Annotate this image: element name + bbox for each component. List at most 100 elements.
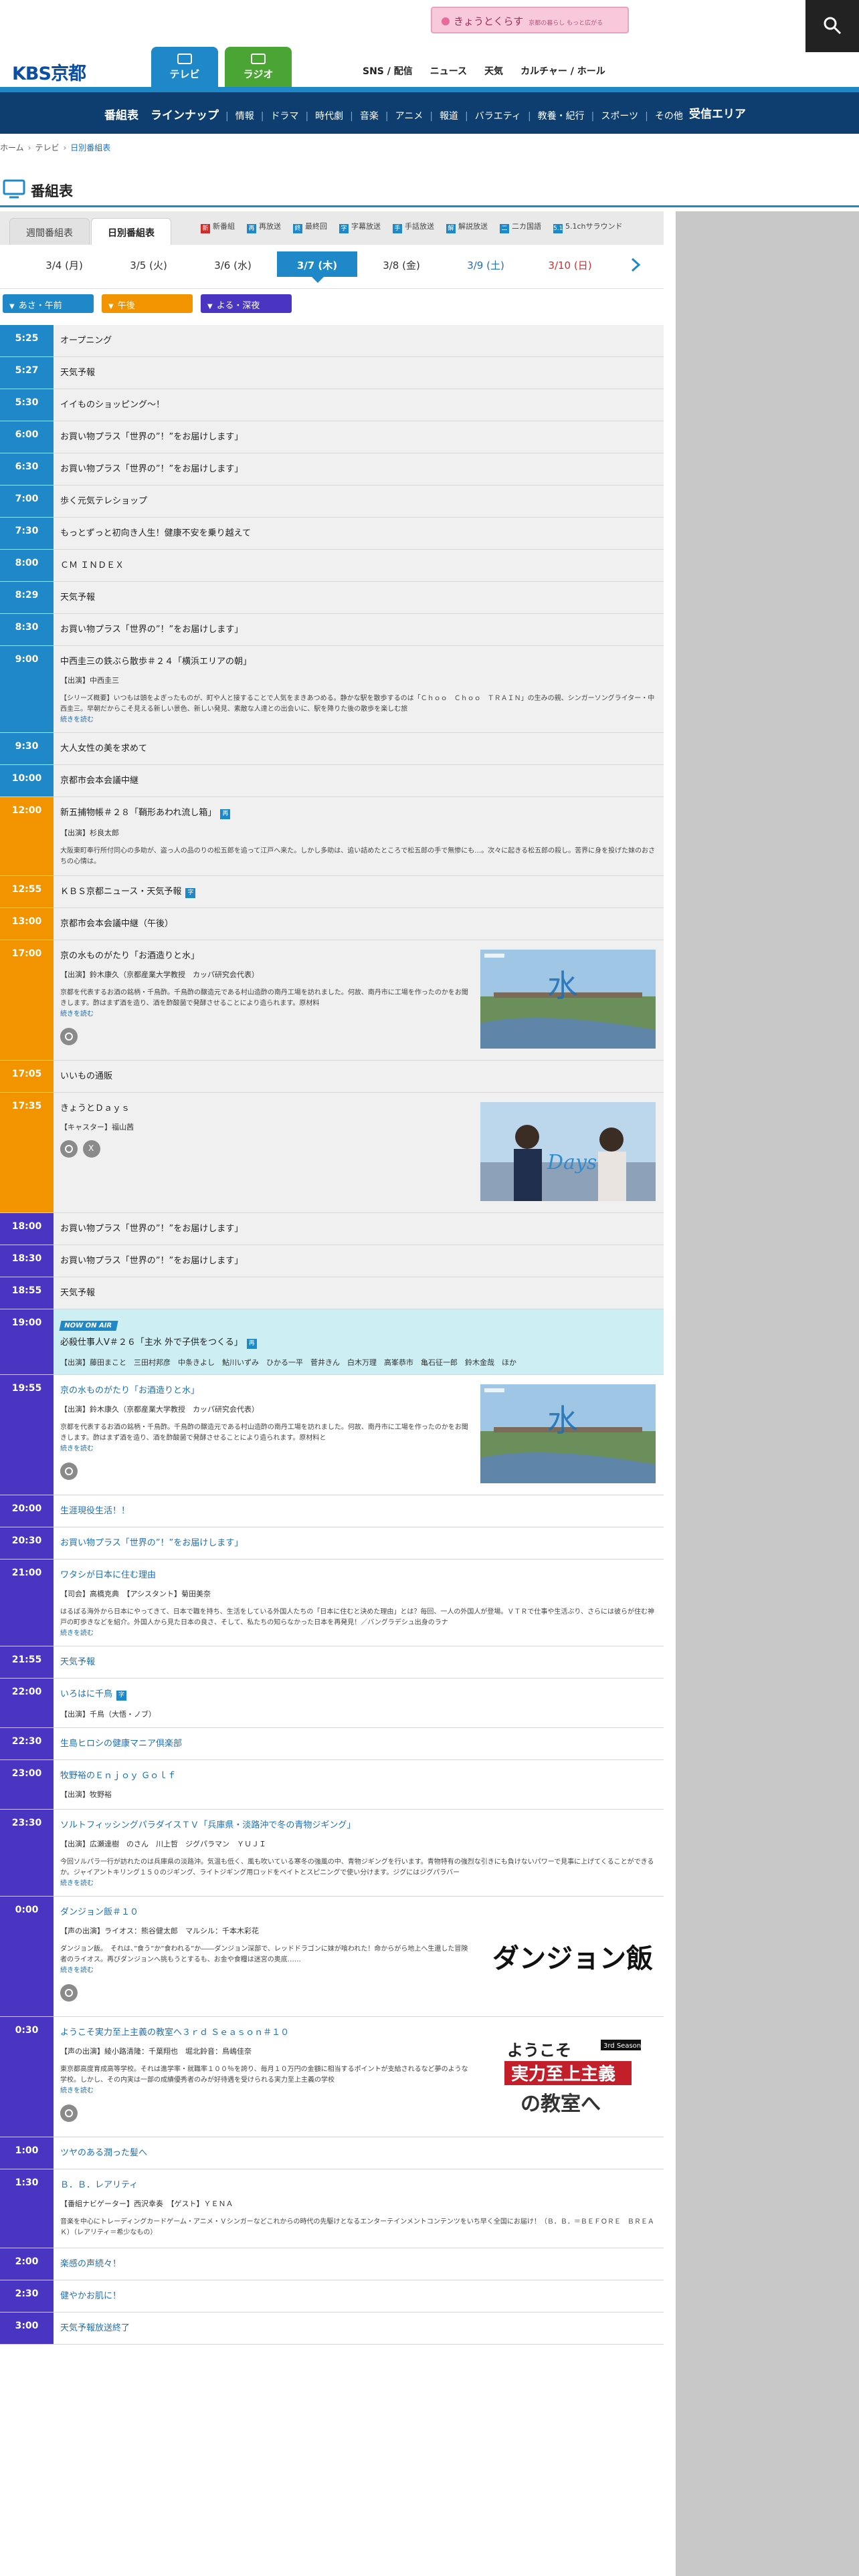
program-title[interactable]: 天気予報 <box>60 1654 658 1667</box>
program-title[interactable]: 歩く元気テレショップ <box>60 494 658 506</box>
read-more-link[interactable]: 続きを読む <box>60 1880 94 1887</box>
date-tab[interactable]: 3/4 (月) <box>24 251 104 277</box>
program-row[interactable]: 13:00 京都市会本会議中継（午後） <box>0 908 664 940</box>
catnav-item[interactable]: その他 <box>655 111 683 122</box>
program-title[interactable]: お買い物プラス「世界の”！”をお届けします」 <box>60 429 658 442</box>
program-title[interactable]: お買い物プラス「世界の”！”をお届けします」 <box>60 1221 658 1234</box>
program-thumbnail[interactable]: 水 <box>480 1384 656 1483</box>
program-title[interactable]: きょうとＤａｙｓ <box>60 1101 470 1113</box>
read-more-link[interactable]: 続きを読む <box>60 2087 94 2095</box>
program-title[interactable]: 中西圭三の鉄ぶら散歩＃２４「横浜エリアの朝」 <box>60 654 658 667</box>
date-tab-selected[interactable]: 3/7 (木) <box>277 251 357 283</box>
program-row[interactable]: 6:00 お買い物プラス「世界の”！”をお届けします」 <box>0 421 664 453</box>
program-row[interactable]: 12:55 ＫＢＳ京都ニュース・天気予報字 <box>0 876 664 908</box>
chevron-right-icon[interactable] <box>629 257 642 273</box>
program-title[interactable]: 必殺仕事人Ⅴ＃２６「主水 外で子供をつくる」再 <box>60 1335 658 1349</box>
program-row[interactable]: 9:30 大人女性の美を求めて <box>0 733 664 765</box>
program-title[interactable]: ＣＭ ＩＮＤＥＸ <box>60 558 658 570</box>
program-title[interactable]: いろはに千鳥字 <box>60 1687 658 1701</box>
website-icon[interactable] <box>60 1463 78 1480</box>
catnav-item[interactable]: 報道 <box>440 111 458 122</box>
nav-culture[interactable]: カルチャー / ホール <box>520 66 605 77</box>
program-title[interactable]: イイものショッピング〜！ <box>60 397 658 410</box>
program-row[interactable]: 22:00 いろはに千鳥字【出演】千鳥（大悟・ノブ） <box>0 1679 664 1728</box>
program-title[interactable]: 楽感の声続々！ <box>60 2256 658 2269</box>
date-tab[interactable]: 3/5 (火) <box>108 251 189 277</box>
program-row[interactable]: 5:27 天気予報 <box>0 357 664 389</box>
promo-banner[interactable]: きょうとくらす 京都の暮らし もっと広がる <box>431 7 629 33</box>
program-title[interactable]: お買い物プラス「世界の”！”をお届けします」 <box>60 1535 658 1548</box>
program-title[interactable]: 天気予報 <box>60 1285 658 1298</box>
site-logo[interactable]: KBS京都 <box>12 59 86 85</box>
read-more-link[interactable]: 続きを読む <box>60 1445 94 1453</box>
program-row[interactable]: 12:00 新五捕物帳＃２８「鞘形あわれ流し箱」再【出演】杉良太郎 大阪東町奉行所付… <box>0 797 664 876</box>
date-tab[interactable]: 3/8 (金) <box>361 251 442 277</box>
program-row[interactable]: 5:25 オープニング <box>0 325 664 357</box>
catnav-item[interactable]: 情報 <box>235 111 254 122</box>
program-thumbnail[interactable]: ダンジョン飯 <box>480 1906 656 2005</box>
program-row[interactable]: 17:35 きょうとＤａｙｓ 【キャスター】福山茜 Days <box>0 1093 664 1213</box>
tab-radio[interactable]: ラジオ <box>225 47 292 87</box>
tab-weekly[interactable]: 週間番組表 <box>9 218 90 245</box>
date-tab[interactable]: 3/10 (日) <box>530 251 610 277</box>
read-more-link[interactable]: 続きを読む <box>60 1967 94 1974</box>
program-title[interactable]: 天気予報 <box>60 590 658 603</box>
program-title[interactable]: 京都市会本会議中継 <box>60 773 658 786</box>
catnav-item[interactable]: 音楽 <box>360 111 379 122</box>
program-row[interactable]: 3:00 天気予報放送終了 <box>0 2313 664 2345</box>
program-row[interactable]: 22:30 生島ヒロシの健康マニア倶楽部 <box>0 1728 664 1760</box>
program-title[interactable]: ダンジョン飯＃１０ <box>60 1905 470 1917</box>
catnav-item[interactable]: アニメ <box>395 111 423 122</box>
program-row[interactable]: 19:55 京の水ものがたり「お酒造りと水」 【出演】鈴木康久（京都産業大学教授 カ… <box>0 1375 664 1495</box>
program-row[interactable]: 20:30 お買い物プラス「世界の”！”をお届けします」 <box>0 1527 664 1560</box>
website-icon[interactable] <box>60 2105 78 2122</box>
program-title[interactable]: 新五捕物帳＃２８「鞘形あわれ流し箱」再 <box>60 805 658 819</box>
read-more-link[interactable]: 続きを読む <box>60 716 94 724</box>
program-row[interactable]: 6:30 お買い物プラス「世界の”！”をお届けします」 <box>0 453 664 486</box>
program-title[interactable]: ようこそ実力至上主義の教室へ３ｒｄ Ｓｅａｓｏｎ＃１０ <box>60 2025 470 2038</box>
program-title[interactable]: ソルトフィッシングパラダイスＴＶ「兵庫県・淡路沖で冬の青物ジギング」 <box>60 1818 658 1830</box>
program-title[interactable]: 健やかお肌に！ <box>60 2288 658 2301</box>
search-button[interactable] <box>805 0 859 53</box>
program-title[interactable]: 京の水ものがたり「お酒造りと水」 <box>60 1383 470 1396</box>
program-row[interactable]: 0:00 ダンジョン飯＃１０ 【声の出演】ライオス：熊谷健太郎 マルシル：千本木彩花… <box>0 1897 664 2017</box>
website-icon[interactable] <box>60 1028 78 1045</box>
catnav-item[interactable]: スポーツ <box>601 111 638 122</box>
program-row[interactable]: 7:00 歩く元気テレショップ <box>0 486 664 518</box>
nav-weather[interactable]: 天気 <box>484 66 503 77</box>
catnav-item[interactable]: ラインナップ <box>151 109 219 122</box>
nav-news[interactable]: ニュース <box>430 66 467 77</box>
program-title[interactable]: もっとずっと初向き人生！健康不安を乗り越えて <box>60 526 658 538</box>
program-row[interactable]: 1:30 Ｂ．Ｂ．レアリティ 【番組ナビゲーター】西沢幸奏 【ゲスト】ＹＥＮＡ 音楽を… <box>0 2169 664 2248</box>
program-thumbnail[interactable]: Days <box>480 1102 656 1201</box>
program-title[interactable]: お買い物プラス「世界の”！”をお届けします」 <box>60 461 658 474</box>
program-row[interactable]: 8:30 お買い物プラス「世界の”！”をお届けします」 <box>0 614 664 646</box>
program-row[interactable]: 20:00 生涯現役生活！！ <box>0 1495 664 1527</box>
program-row[interactable]: 18:00 お買い物プラス「世界の”！”をお届けします」 <box>0 1213 664 1245</box>
program-row[interactable]: 0:30 ようこそ実力至上主義の教室へ３ｒｄ Ｓｅａｓｏｎ＃１０ 【声の出演】綾小路… <box>0 2017 664 2137</box>
website-icon[interactable] <box>60 1984 78 2002</box>
tab-daily[interactable]: 日別番組表 <box>91 218 171 245</box>
program-title[interactable]: 生島ヒロシの健康マニア倶楽部 <box>60 1736 658 1749</box>
breadcrumb-tv[interactable]: テレビ <box>35 143 59 152</box>
program-title[interactable]: 天気予報放送終了 <box>60 2321 658 2333</box>
program-row[interactable]: 1:00 ツヤのある潤った髪へ <box>0 2137 664 2169</box>
reception-area-link[interactable]: 受信エリア <box>689 104 746 121</box>
website-icon[interactable] <box>60 1140 78 1158</box>
program-title[interactable]: Ｂ．Ｂ．レアリティ <box>60 2177 658 2190</box>
program-thumbnail[interactable]: ようこそ 実力至上主義 の教室へ 3rd Season <box>480 2026 656 2125</box>
program-title[interactable]: ワタシが日本に住む理由 <box>60 1568 658 1580</box>
program-title[interactable]: 生涯現役生活！！ <box>60 1503 658 1516</box>
program-title[interactable]: 京の水ものがたり「お酒造りと水」 <box>60 948 470 961</box>
program-title[interactable]: お買い物プラス「世界の”！”をお届けします」 <box>60 1253 658 1266</box>
date-tab[interactable]: 3/6 (水) <box>193 251 273 277</box>
program-row[interactable]: 8:29 天気予報 <box>0 582 664 614</box>
program-row[interactable]: 9:00 中西圭三の鉄ぶら散歩＃２４「横浜エリアの朝」 【出演】中西圭三 【シリーズ概… <box>0 646 664 733</box>
date-tab[interactable]: 3/9 (土) <box>446 251 526 277</box>
read-more-link[interactable]: 続きを読む <box>60 1010 94 1018</box>
catnav-item[interactable]: ドラマ <box>270 111 298 122</box>
program-row[interactable]: 17:00 京の水ものがたり「お酒造りと水」 【出演】鈴木康久（京都産業大学教授 カ… <box>0 940 664 1061</box>
program-row[interactable]: 5:30 イイものショッピング〜！ <box>0 389 664 421</box>
program-title[interactable]: 京都市会本会議中継（午後） <box>60 916 658 929</box>
program-title[interactable]: 天気予報 <box>60 365 658 378</box>
